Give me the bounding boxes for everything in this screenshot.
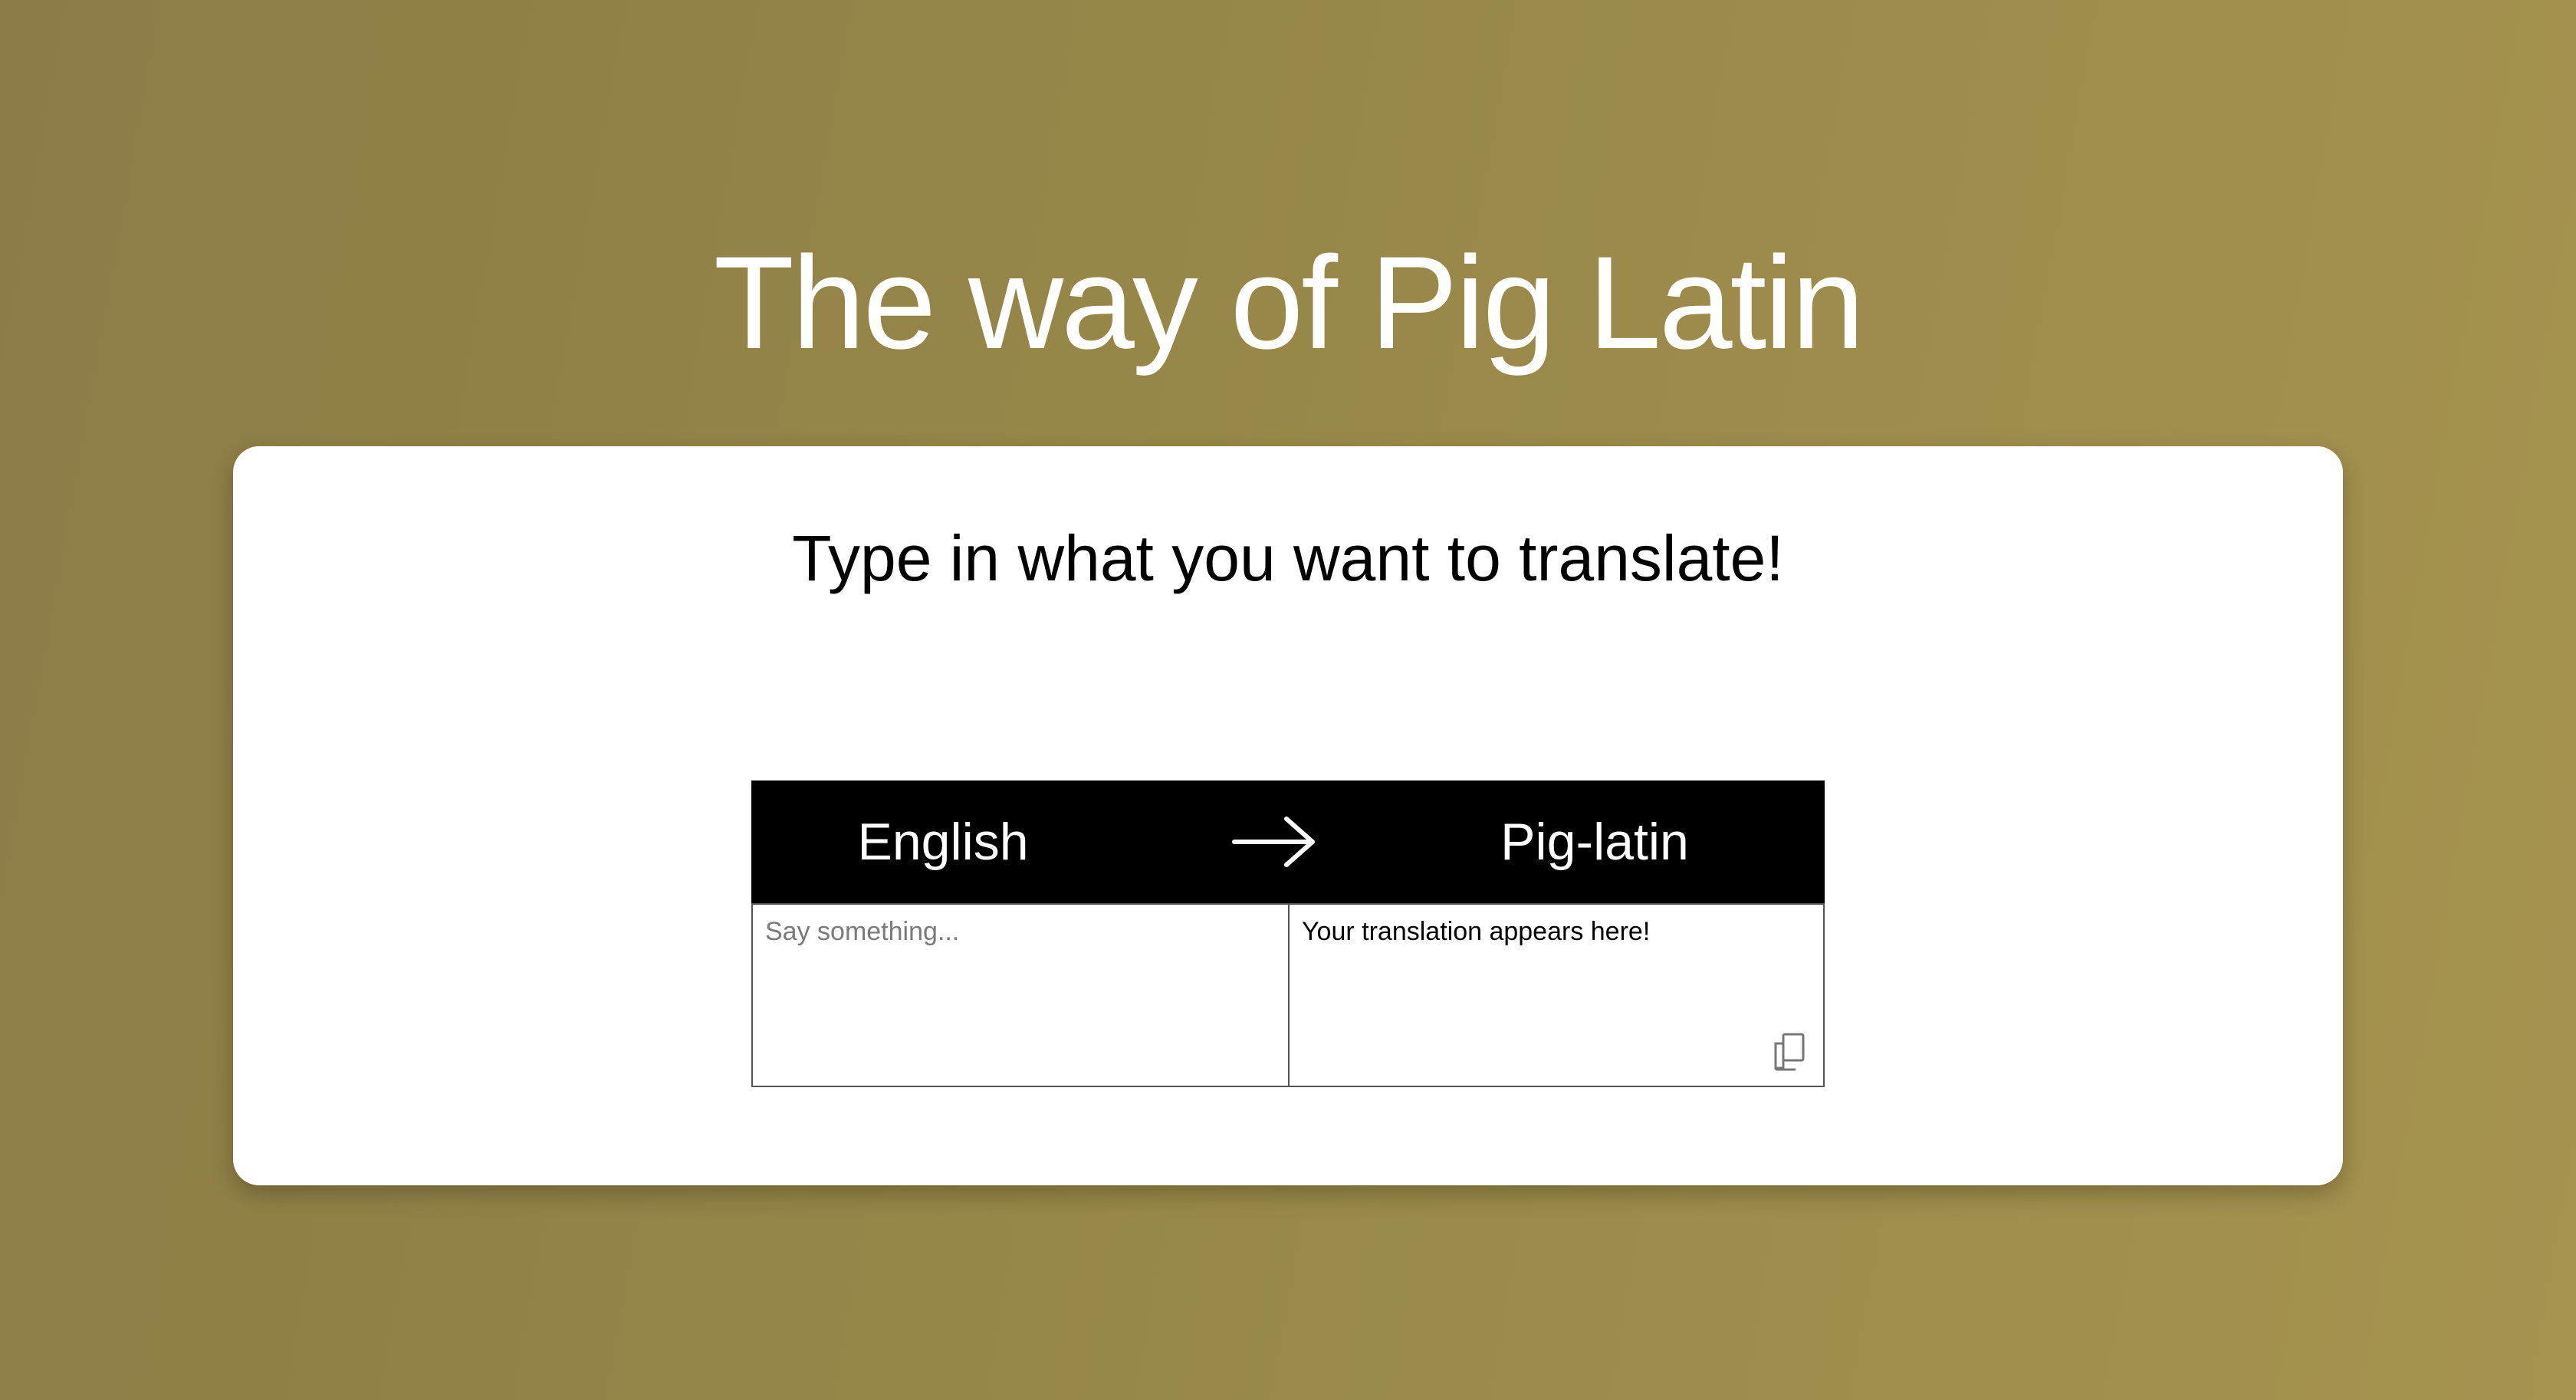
- input-pane: [751, 903, 1290, 1087]
- language-bar: English Pig-latin: [751, 781, 1825, 903]
- output-pane: Your translation appears here!: [1288, 903, 1825, 1087]
- card-subtitle: Type in what you want to translate!: [792, 522, 1784, 594]
- source-language-label: English: [857, 813, 1029, 871]
- page-title: The way of Pig Latin: [713, 229, 1865, 377]
- english-input[interactable]: [753, 905, 1288, 1086]
- translator-widget: English Pig-latin Your translation appea…: [751, 781, 1825, 1087]
- translator-card: Type in what you want to translate! Engl…: [233, 446, 2343, 1185]
- translation-output: Your translation appears here!: [1302, 917, 1651, 946]
- target-language-label: Pig-latin: [1500, 813, 1689, 871]
- copy-icon[interactable]: [1773, 1032, 1806, 1072]
- arrow-right-icon: [1232, 817, 1315, 867]
